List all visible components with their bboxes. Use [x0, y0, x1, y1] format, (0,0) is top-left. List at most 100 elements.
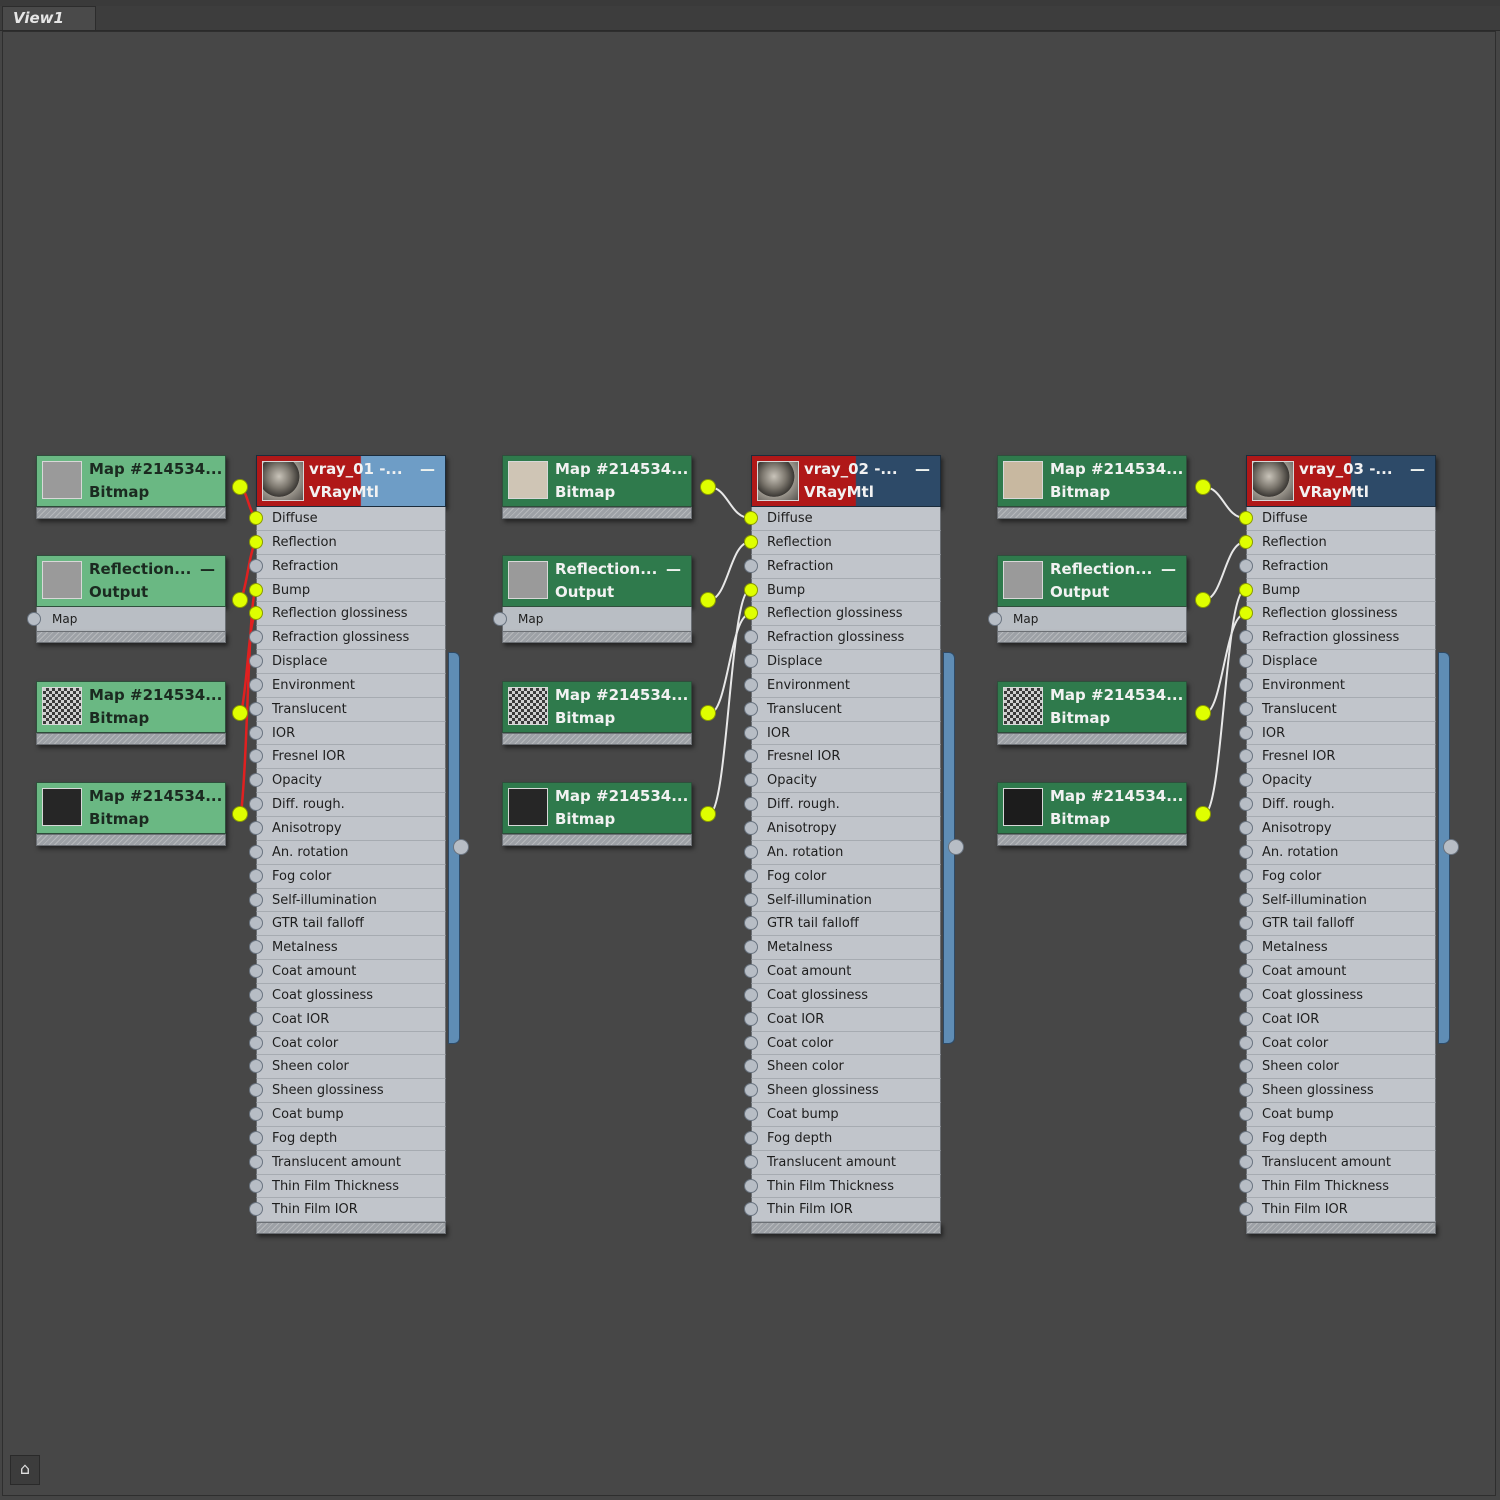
input-socket[interactable] — [744, 1083, 758, 1098]
slot-row[interactable]: Coat IOR — [744, 1007, 941, 1032]
slot-row[interactable]: Coat color — [1239, 1031, 1436, 1056]
input-socket[interactable] — [493, 612, 507, 626]
slot-row[interactable]: Coat color — [249, 1031, 446, 1056]
slot-row[interactable]: Coat color — [744, 1031, 941, 1056]
slot-row[interactable]: Thin Film IOR — [249, 1198, 446, 1223]
slot-row[interactable]: Translucent amount — [1239, 1150, 1436, 1175]
slot-row[interactable]: Coat bump — [1239, 1103, 1436, 1127]
map-slot[interactable]: Map — [27, 607, 226, 631]
slot-row[interactable]: Bump — [744, 578, 941, 603]
slot-row[interactable]: GTR tail falloff — [744, 912, 941, 937]
input-socket[interactable] — [1239, 534, 1253, 549]
input-socket[interactable] — [1239, 868, 1253, 883]
slot-row[interactable]: Environment — [1239, 673, 1436, 698]
slot-row[interactable]: Diff. rough. — [744, 793, 941, 817]
slot-row[interactable]: Displace — [249, 650, 446, 674]
input-socket[interactable] — [1239, 701, 1253, 716]
slot-row[interactable]: Reflection — [1239, 530, 1436, 555]
input-socket[interactable] — [744, 964, 758, 979]
slot-row[interactable]: An. rotation — [1239, 840, 1436, 865]
input-socket[interactable] — [744, 892, 758, 907]
input-socket[interactable] — [744, 677, 758, 692]
node-resize-bar[interactable] — [36, 631, 226, 643]
minimize-icon[interactable]: — — [1161, 560, 1176, 578]
slot-row[interactable]: Opacity — [744, 769, 941, 794]
node-header[interactable]: vray_02 -... VRayMtl — — [751, 455, 941, 507]
node-header[interactable]: vray_01 -... VRayMtl — — [256, 455, 446, 507]
slot-row[interactable]: Coat amount — [1239, 960, 1436, 984]
slot-row[interactable]: Fog color — [249, 864, 446, 889]
slot-row[interactable]: Translucent — [744, 697, 941, 722]
input-socket[interactable] — [249, 654, 263, 669]
slot-row[interactable]: Coat bump — [744, 1103, 941, 1127]
input-socket[interactable] — [1239, 1083, 1253, 1098]
input-socket[interactable] — [744, 701, 758, 716]
material-output-socket[interactable] — [453, 839, 469, 855]
bitmap-node-glossiness[interactable]: Map #214534... Bitmap — [502, 782, 716, 846]
input-socket[interactable] — [744, 1035, 758, 1050]
input-socket[interactable] — [1239, 844, 1253, 859]
node-resize-bar[interactable] — [502, 631, 692, 643]
slot-row[interactable]: Coat amount — [249, 960, 446, 984]
slot-row[interactable]: Coat glossiness — [1239, 983, 1436, 1008]
slot-row[interactable]: Thin Film IOR — [744, 1198, 941, 1223]
input-socket[interactable] — [1239, 725, 1253, 740]
input-socket[interactable] — [744, 916, 758, 931]
input-socket[interactable] — [1239, 677, 1253, 692]
input-socket[interactable] — [249, 987, 263, 1002]
node-resize-bar[interactable] — [751, 1222, 941, 1235]
input-socket[interactable] — [744, 773, 758, 788]
material-node-3[interactable]: vray_03 -... VRayMtl — Diffuse Reflection… — [1239, 455, 1436, 1235]
bitmap-node-bump[interactable]: Map #214534... Bitmap — [997, 681, 1211, 745]
slot-row[interactable]: Fog depth — [1239, 1126, 1436, 1151]
slot-row[interactable]: Anisotropy — [744, 816, 941, 841]
input-socket[interactable] — [249, 773, 263, 788]
input-socket[interactable] — [744, 1107, 758, 1122]
input-socket[interactable] — [27, 612, 41, 626]
slot-row[interactable]: Coat glossiness — [249, 983, 446, 1008]
input-socket[interactable] — [249, 892, 263, 907]
output-socket[interactable] — [1195, 592, 1211, 608]
input-socket[interactable] — [744, 1202, 758, 1217]
slot-row[interactable]: Refraction glossiness — [1239, 626, 1436, 651]
minimize-icon[interactable]: — — [1410, 460, 1425, 478]
slot-row[interactable]: Refraction — [744, 554, 941, 579]
slot-row[interactable]: Coat amount — [744, 960, 941, 984]
map-slot[interactable]: Map — [988, 607, 1187, 631]
bitmap-node-diffuse[interactable]: Map #214534... Bitmap — [997, 455, 1211, 519]
slot-row[interactable]: Diff. rough. — [1239, 793, 1436, 817]
input-socket[interactable] — [1239, 1107, 1253, 1122]
node-header[interactable]: Map #214534... Bitmap — [36, 782, 226, 834]
input-socket[interactable] — [249, 1202, 263, 1217]
minimize-icon[interactable]: — — [666, 560, 681, 578]
input-socket[interactable] — [1239, 773, 1253, 788]
slot-row[interactable]: Thin Film Thickness — [1239, 1174, 1436, 1199]
slot-row[interactable]: Sheen glossiness — [744, 1079, 941, 1104]
input-socket[interactable] — [744, 1178, 758, 1193]
slot-row[interactable]: Thin Film IOR — [1239, 1198, 1436, 1223]
slot-row[interactable]: Fog depth — [744, 1126, 941, 1151]
slot-row[interactable]: Sheen glossiness — [249, 1079, 446, 1104]
node-resize-bar[interactable] — [502, 733, 692, 745]
input-socket[interactable] — [1239, 1059, 1253, 1074]
node-header[interactable]: Map #214534... Bitmap — [36, 455, 226, 507]
node-resize-bar[interactable] — [36, 507, 226, 519]
minimize-icon[interactable]: — — [200, 560, 215, 578]
slot-row[interactable]: Diff. rough. — [249, 793, 446, 817]
slot-row[interactable]: Anisotropy — [1239, 816, 1436, 841]
input-socket[interactable] — [1239, 797, 1253, 812]
input-socket[interactable] — [744, 606, 758, 621]
slot-row[interactable]: Fog color — [744, 864, 941, 889]
slot-row[interactable]: GTR tail falloff — [1239, 912, 1436, 937]
input-socket[interactable] — [744, 534, 758, 549]
material-node-2[interactable]: vray_02 -... VRayMtl — Diffuse Reflection… — [744, 455, 941, 1235]
node-header[interactable]: Reflection... Output — — [36, 555, 226, 607]
slot-row[interactable]: Coat IOR — [1239, 1007, 1436, 1032]
slot-row[interactable]: Diffuse — [744, 507, 941, 531]
slot-row[interactable]: Opacity — [1239, 769, 1436, 794]
input-socket[interactable] — [744, 1154, 758, 1169]
input-socket[interactable] — [249, 1035, 263, 1050]
slot-row[interactable]: An. rotation — [249, 840, 446, 865]
slot-row[interactable]: Sheen color — [744, 1055, 941, 1080]
node-header[interactable]: Map #214534... Bitmap — [997, 782, 1187, 834]
